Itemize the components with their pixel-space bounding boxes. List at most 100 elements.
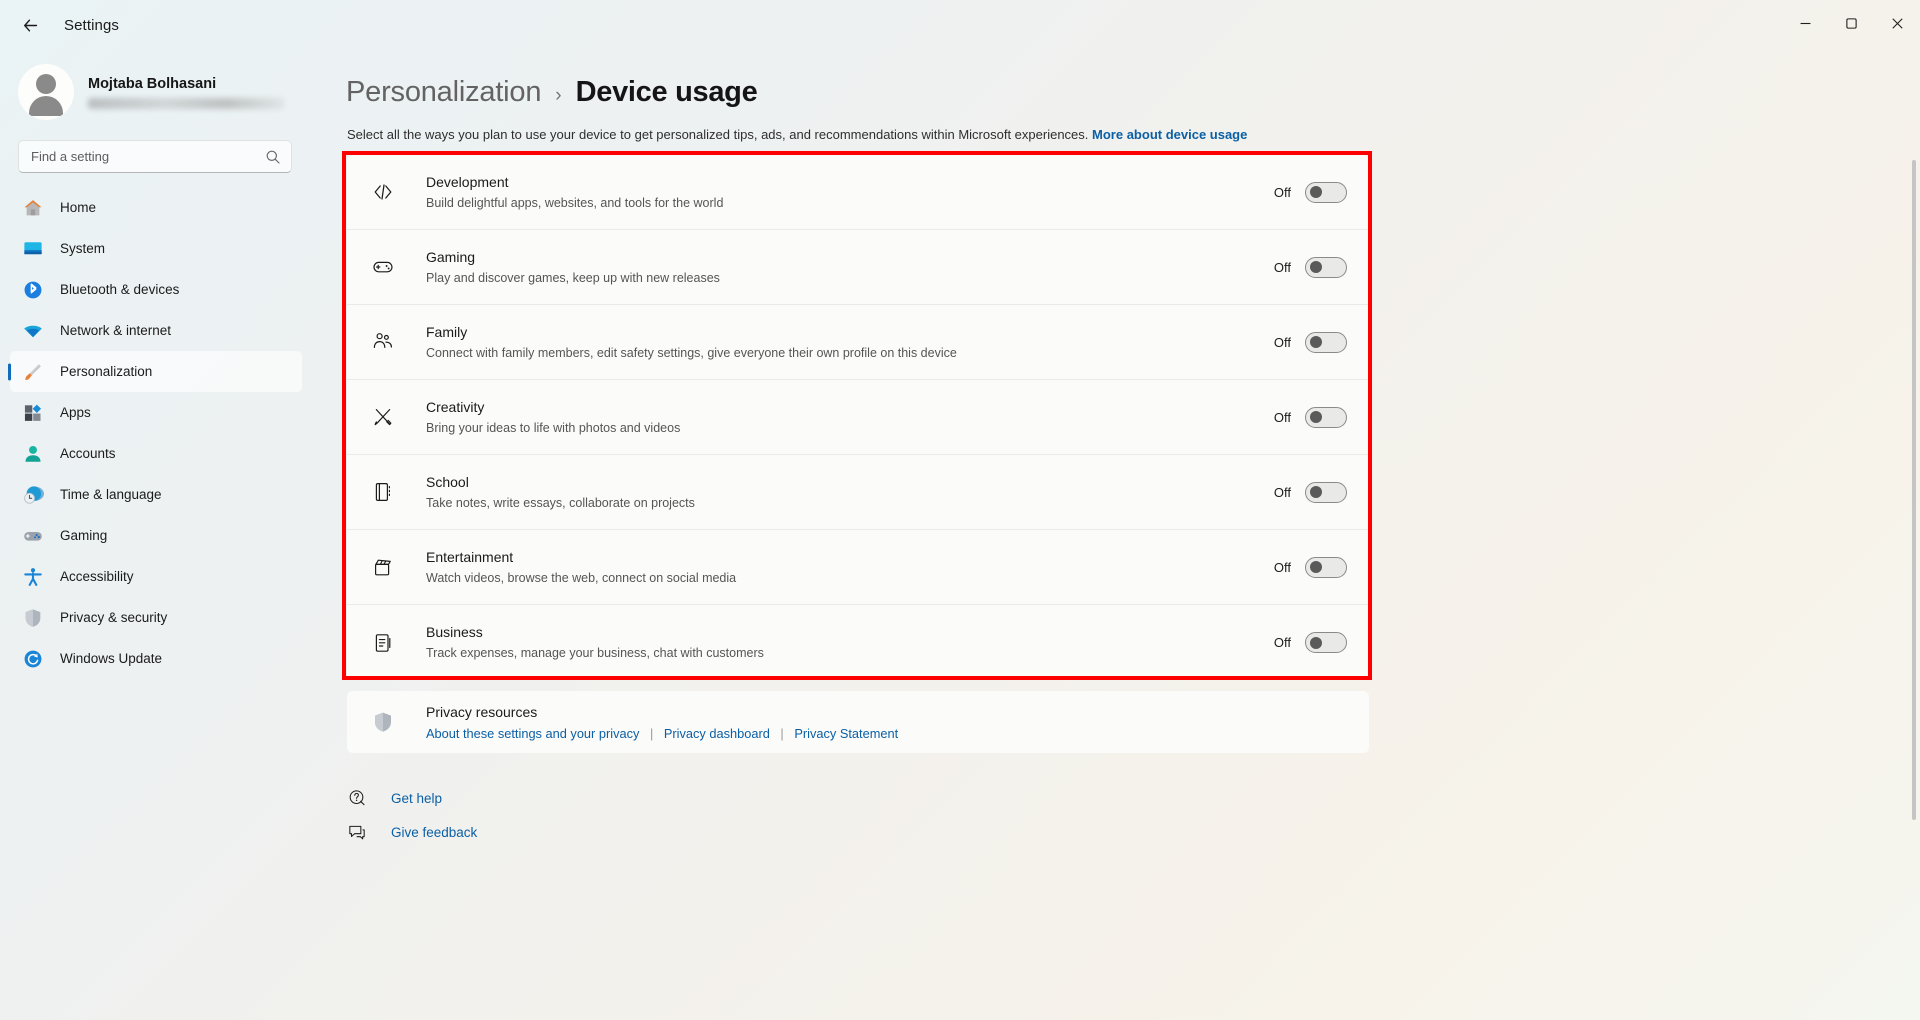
search-input[interactable]	[31, 149, 265, 164]
sidebar-item-time-language[interactable]: Time & language	[10, 474, 302, 515]
code-brackets-icon	[374, 184, 392, 200]
table-row[interactable]: Gaming Play and discover games, keep up …	[347, 230, 1369, 305]
window-controls	[1782, 0, 1920, 47]
sidebar-item-bluetooth-devices[interactable]: Bluetooth & devices	[10, 269, 302, 310]
back-button[interactable]	[10, 8, 50, 42]
privacy-link-about-settings[interactable]: About these settings and your privacy	[426, 726, 639, 741]
privacy-link-dashboard[interactable]: Privacy dashboard	[664, 726, 770, 741]
toggle-state-label: Off	[1273, 484, 1291, 500]
sidebar-item-privacy-security[interactable]: Privacy & security	[10, 597, 302, 638]
sidebar-item-label: Gaming	[60, 528, 108, 543]
pen-brush-icon	[374, 409, 392, 426]
clapperboard-icon	[374, 559, 391, 576]
sidebar-item-network-internet[interactable]: Network & internet	[10, 310, 302, 351]
gamepad-icon	[373, 261, 393, 273]
toggle-state-label: Off	[1273, 409, 1291, 425]
table-row[interactable]: Creativity Bring your ideas to life with…	[347, 380, 1369, 455]
row-control: Off	[1271, 331, 1347, 353]
row-subtitle: Watch videos, browse the web, connect on…	[426, 570, 737, 585]
toggle-switch-family[interactable]	[1305, 331, 1347, 353]
apps-icon	[24, 404, 42, 421]
sidebar-item-apps[interactable]: Apps	[10, 392, 302, 433]
title-bar: Settings	[0, 0, 1920, 50]
page-description-text: Select all the ways you plan to use your…	[347, 127, 1089, 142]
row-subtitle: Track expenses, manage your business, ch…	[426, 646, 764, 660]
sidebar-item-windows-update[interactable]: Windows Update	[10, 638, 302, 679]
sidebar-item-accounts[interactable]: Accounts	[10, 433, 302, 474]
row-text: Gaming Play and discover games, keep up …	[426, 248, 1271, 287]
sidebar-item-accessibility[interactable]: Accessibility	[10, 556, 302, 597]
row-title: Creativity	[426, 398, 485, 415]
sidebar-item-label: System	[60, 241, 106, 256]
toggle-switch-business[interactable]	[1305, 632, 1347, 653]
toggle-switch-school[interactable]	[1305, 481, 1347, 503]
row-title: Entertainment	[426, 548, 514, 565]
privacy-link-statement[interactable]: Privacy Statement	[794, 726, 898, 741]
row-text: Creativity Bring your ideas to life with…	[426, 398, 1271, 437]
sidebar-item-personalization[interactable]: Personalization	[10, 351, 302, 392]
breadcrumb-parent[interactable]: Personalization	[346, 76, 541, 109]
minimize-button[interactable]	[1782, 0, 1828, 47]
toggle-switch-creativity[interactable]	[1305, 406, 1347, 428]
app-shell: Mojtaba Bolhasani Home	[0, 50, 1920, 1020]
profile-email-masked	[88, 98, 284, 109]
maximize-button[interactable]	[1828, 0, 1874, 47]
more-about-device-usage-link[interactable]: More about device usage	[1092, 127, 1247, 142]
row-subtitle: Bring your ideas to life with photos and…	[426, 420, 681, 435]
breadcrumb: Personalization › Device usage	[334, 76, 1920, 109]
row-title: Business	[426, 624, 483, 640]
table-row[interactable]: Business Track expenses, manage your bus…	[347, 605, 1369, 680]
minimize-icon	[1800, 22, 1810, 25]
toggle-state-label: Off	[1273, 334, 1291, 350]
sidebar-nav: Home System Bluetooth & devices Network …	[0, 187, 310, 679]
row-text: Business Track expenses, manage your bus…	[426, 623, 1271, 662]
toggle-switch-gaming[interactable]	[1305, 256, 1347, 278]
toggle-switch-entertainment[interactable]	[1305, 556, 1347, 578]
vertical-scrollbar[interactable]	[1912, 160, 1916, 820]
search-icon	[266, 150, 280, 164]
page-title: Device usage	[575, 76, 758, 108]
sidebar-item-gaming[interactable]: Gaming	[10, 515, 302, 556]
close-button[interactable]	[1874, 0, 1920, 47]
table-row[interactable]: Family Connect with family members, edit…	[347, 305, 1369, 380]
sidebar-item-home[interactable]: Home	[10, 187, 302, 228]
row-control: Off	[1271, 556, 1347, 578]
give-feedback-link[interactable]: Give feedback	[347, 815, 1920, 849]
user-profile[interactable]: Mojtaba Bolhasani	[0, 50, 310, 134]
sidebar-item-system[interactable]: System	[10, 228, 302, 269]
table-row[interactable]: School Take notes, write essays, collabo…	[347, 455, 1369, 530]
search-box[interactable]	[18, 140, 292, 173]
app-title: Settings	[64, 16, 119, 34]
toggle-state-label: Off	[1273, 184, 1291, 200]
home-icon	[24, 199, 42, 215]
accessibility-icon	[24, 567, 42, 586]
get-help-link[interactable]: Get help	[347, 781, 1920, 815]
table-row[interactable]: Development Build delightful apps, websi…	[347, 155, 1369, 230]
row-control: Off	[1271, 256, 1347, 278]
main-content: Personalization › Device usage Select al…	[320, 50, 1920, 1020]
people-icon	[373, 333, 392, 348]
footer-link-label: Give feedback	[391, 824, 478, 840]
close-icon	[1891, 18, 1903, 29]
bluetooth-icon	[24, 281, 42, 298]
sidebar-item-label: Network & internet	[60, 323, 172, 338]
paintbrush-icon	[25, 363, 41, 380]
sidebar: Mojtaba Bolhasani Home	[0, 50, 320, 1020]
toggle-switch-development[interactable]	[1305, 181, 1347, 203]
update-icon	[24, 650, 42, 667]
row-title: Development	[426, 173, 509, 190]
table-row[interactable]: Entertainment Watch videos, browse the w…	[347, 530, 1369, 605]
row-subtitle: Take notes, write essays, collaborate on…	[426, 495, 695, 510]
feedback-icon	[349, 825, 365, 840]
clock-globe-icon	[24, 485, 44, 504]
system-icon	[24, 241, 42, 254]
sidebar-item-label: Accessibility	[60, 569, 134, 584]
row-subtitle: Connect with family members, edit safety…	[426, 345, 957, 360]
privacy-resources-card: Privacy resources About these settings a…	[347, 691, 1369, 753]
device-usage-list: Development Build delightful apps, websi…	[347, 155, 1369, 680]
profile-text: Mojtaba Bolhasani	[88, 75, 284, 109]
row-title: Family	[426, 323, 468, 340]
row-title: Gaming	[426, 248, 476, 265]
row-text: Entertainment Watch videos, browse the w…	[426, 548, 1271, 587]
row-title: School	[426, 473, 469, 490]
